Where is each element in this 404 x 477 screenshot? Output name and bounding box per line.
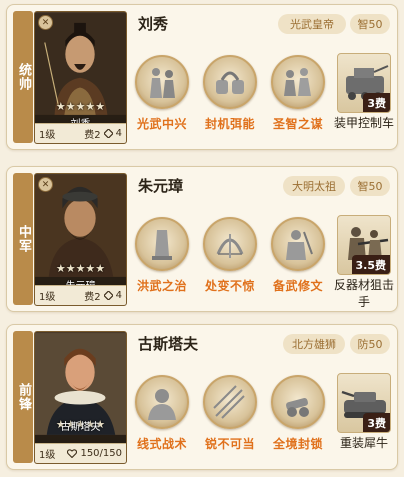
skill-button[interactable]	[203, 55, 257, 109]
general-panel: 统帅 ✕ ★★★★★ 刘秀 1级 费2 4 刘秀 光武皇帝 智50 光武中兴	[6, 4, 398, 150]
general-panel: 前锋 ★★★★★ 古斯塔夫 1级 150/150 古斯塔夫 北方雄狮 防50 线…	[6, 324, 398, 470]
card-info-bar: 1级 150/150	[35, 443, 126, 463]
skill-label: 圣智之谋	[272, 117, 323, 131]
heart-icon	[67, 449, 78, 458]
card-info-bar: 1级 费2 4	[35, 123, 126, 143]
position-label: 统帅	[13, 11, 33, 143]
skill-button[interactable]	[135, 375, 189, 429]
skill-label: 光武中兴	[136, 117, 187, 131]
title-badge: 北方雄狮	[283, 334, 345, 354]
hp-value: 150/150	[80, 448, 122, 459]
unit-label: 装甲控制车	[333, 116, 394, 130]
stat-badge: 智50	[350, 176, 390, 196]
bow-icon	[216, 234, 244, 258]
skill-button[interactable]	[271, 217, 325, 271]
unit-label: 反器材狙击手	[333, 278, 394, 309]
skill-button[interactable]	[203, 375, 257, 429]
cannon-icon	[286, 397, 309, 417]
skill-button[interactable]	[271, 375, 325, 429]
general-card[interactable]: ✕ ★★★★★ 朱元璋 1级 费2 4	[34, 173, 127, 306]
unit-label: 重装犀牛	[339, 436, 388, 450]
arrow-volley-icon	[213, 385, 245, 419]
skill-label: 全境封锁	[272, 437, 323, 451]
position-label: 中军	[13, 173, 33, 305]
soldier-bust-icon	[148, 389, 176, 420]
skill-label: 处变不惊	[204, 279, 255, 293]
troop-value: 4	[115, 290, 122, 301]
star-rating: ★★★★★	[55, 100, 106, 113]
general-name: 刘秀	[138, 15, 169, 33]
stele-icon	[152, 230, 172, 260]
troop-icon	[103, 129, 113, 138]
title-badge: 大明太祖	[283, 176, 345, 196]
level-text: 1级	[39, 292, 56, 303]
skill-label: 封机弭能	[204, 117, 255, 131]
general-name: 朱元璋	[138, 177, 184, 195]
shackles-icon	[216, 71, 244, 94]
statue-figures-icon	[150, 68, 175, 98]
title-badge: 光武皇帝	[278, 14, 346, 34]
general-card[interactable]: ★★★★★ 古斯塔夫 1级 150/150	[34, 331, 127, 464]
armored-figure-icon	[286, 230, 313, 260]
council-figures-icon	[284, 68, 311, 96]
skill-label: 线式战术	[136, 437, 187, 451]
unit-card[interactable]: 3费	[337, 373, 391, 433]
unit-card[interactable]: 3.5费	[337, 215, 391, 275]
troop-icon	[103, 291, 113, 300]
star-rating: ★★★★★	[55, 262, 106, 275]
cost-text: 费2	[84, 130, 101, 141]
skill-button[interactable]	[203, 217, 257, 271]
unit-cost: 3费	[363, 413, 390, 432]
position-label: 前锋	[13, 331, 33, 463]
skill-button[interactable]	[135, 55, 189, 109]
close-icon[interactable]: ✕	[38, 177, 53, 192]
skill-label: 洪武之治	[136, 279, 187, 293]
skill-label: 备武修文	[272, 279, 323, 293]
general-card[interactable]: ✕ ★★★★★ 刘秀 1级 费2 4	[34, 11, 127, 144]
general-panel: 中军 ✕ ★★★★★ 朱元璋 1级 费2 4 朱元璋 大明太祖 智50 洪武之治	[6, 166, 398, 312]
level-text: 1级	[39, 130, 56, 141]
cost-text: 费2	[84, 292, 101, 303]
stat-badge: 智50	[350, 14, 390, 34]
general-name: 古斯塔夫	[138, 335, 199, 353]
skill-button[interactable]	[271, 55, 325, 109]
level-text: 1级	[39, 450, 56, 461]
troop-value: 4	[115, 128, 122, 139]
skill-label: 锐不可当	[204, 437, 255, 451]
close-icon[interactable]: ✕	[38, 15, 53, 30]
unit-cost: 3.5费	[351, 255, 390, 274]
card-general-name: 古斯塔夫	[60, 422, 101, 433]
unit-cost: 3费	[363, 93, 390, 112]
card-info-bar: 1级 费2 4	[35, 285, 126, 305]
stat-badge: 防50	[350, 334, 390, 354]
skill-button[interactable]	[135, 217, 189, 271]
unit-card[interactable]: 3费	[337, 53, 391, 113]
